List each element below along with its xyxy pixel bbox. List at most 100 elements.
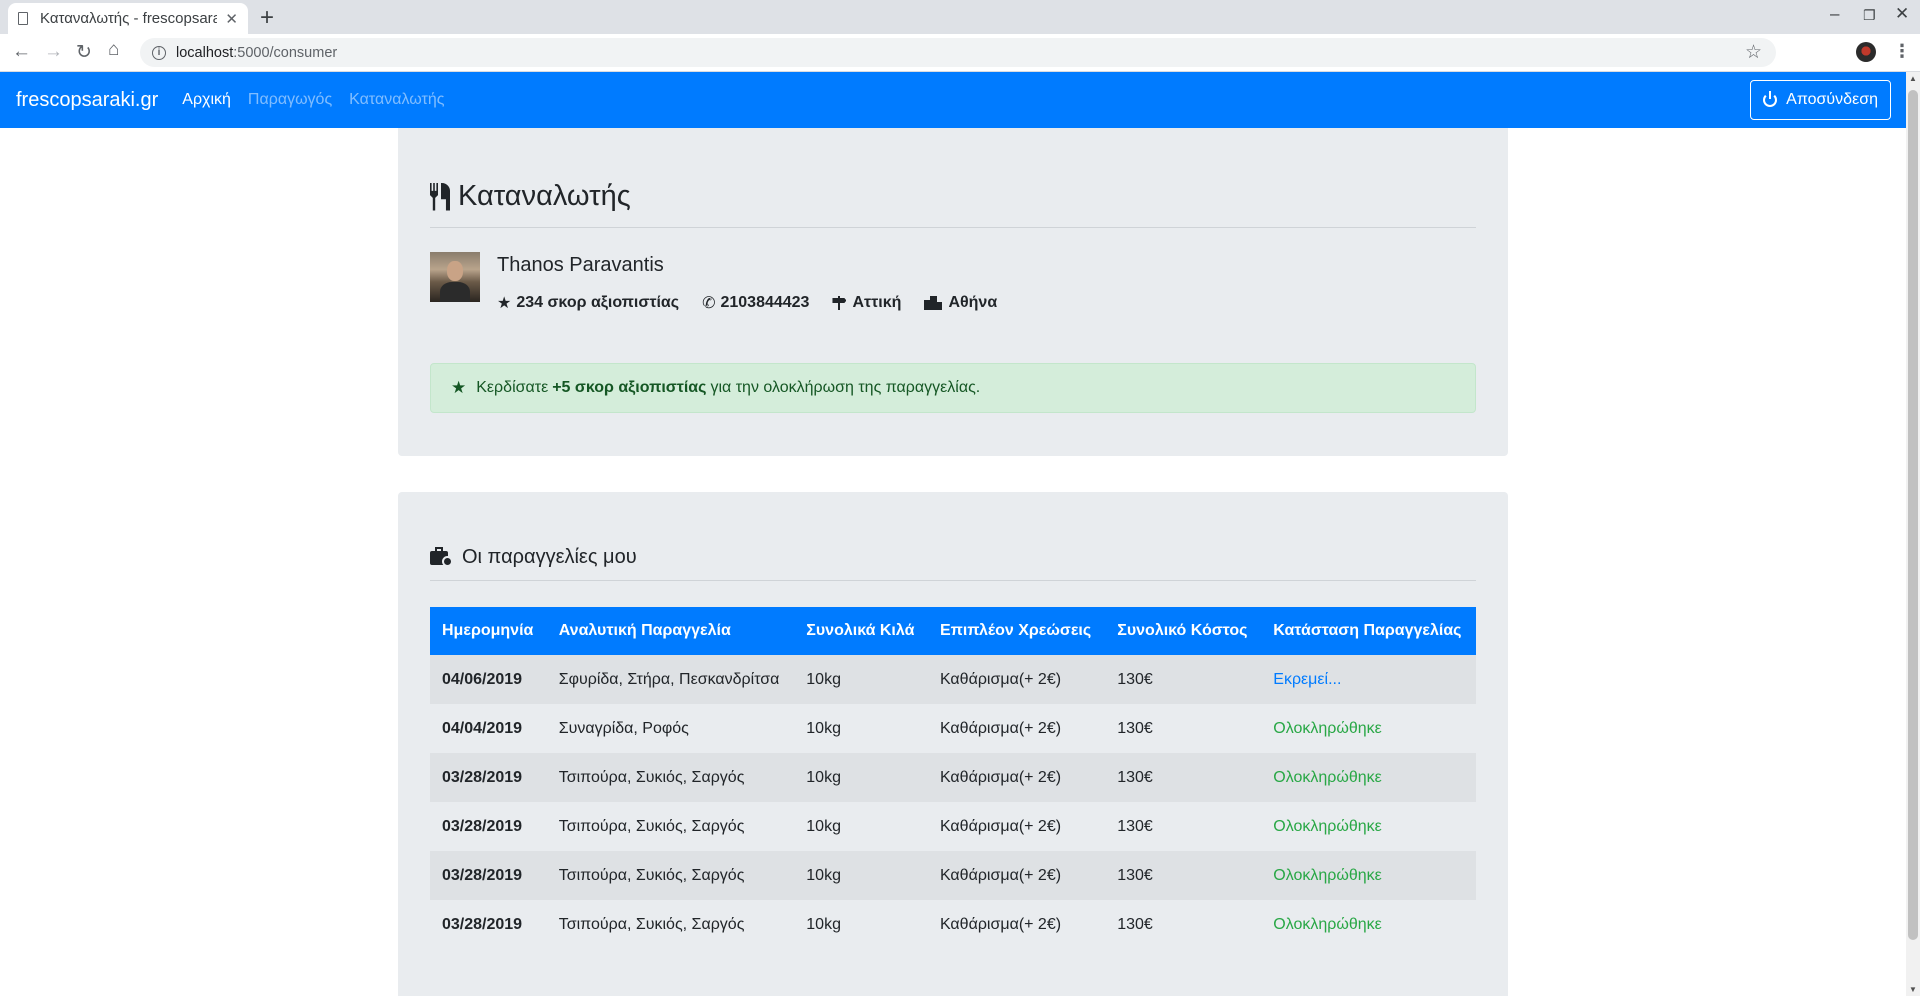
- order-total-cost: 130€: [1117, 915, 1153, 933]
- order-total-cost: 130€: [1117, 768, 1153, 786]
- browser-menu-icon[interactable]: ⋮: [1893, 41, 1911, 62]
- order-status: Εκρεμεί...: [1273, 670, 1342, 688]
- order-date: 03/28/2019: [442, 768, 523, 786]
- orders-card: Οι παραγγελίες μου Ημερομηνία Αναλυτική …: [398, 492, 1508, 996]
- profile-avatar-icon[interactable]: [1856, 42, 1876, 62]
- orders-title-text: Οι παραγγελίες μου: [462, 545, 637, 568]
- url-path: :5000/consumer: [233, 44, 338, 61]
- city-icon: [924, 296, 943, 310]
- order-status: Ολοκληρώθηκε: [1273, 866, 1382, 884]
- page-viewport: frescopsaraki.gr Αρχική Παραγωγός Κατανα…: [0, 72, 1920, 996]
- bookmark-star-icon[interactable]: ☆: [1745, 41, 1762, 64]
- briefcase-clock-icon: [430, 547, 454, 567]
- consumer-card: Καταναλωτής Thanos Paravantis ★ 234 σκορ …: [398, 128, 1508, 456]
- site-navbar: frescopsaraki.gr Αρχική Παραγωγός Κατανα…: [0, 72, 1906, 128]
- table-row: 03/28/2019 Τσιπούρα, Συκιός, Σαργός 10kg…: [430, 802, 1476, 851]
- trust-score: 234 σκορ αξιοπιστίας: [516, 294, 680, 311]
- alert-prefix: Κερδίσατε: [476, 379, 549, 396]
- order-date: 04/06/2019: [442, 670, 523, 688]
- forward-icon[interactable]: →: [44, 41, 63, 63]
- order-status: Ολοκληρώθηκε: [1273, 915, 1382, 933]
- column-header: Συνολικά Κιλά: [806, 622, 915, 639]
- order-details: Συναγρίδα, Ροφός: [558, 719, 689, 737]
- reload-icon[interactable]: ↻: [76, 41, 92, 64]
- order-details: Τσιπούρα, Συκιός, Σαργός: [558, 817, 745, 835]
- browser-toolbar: ← → ↻ ⌂ i localhost:5000/consumer ☆ ⋮: [0, 34, 1920, 72]
- logout-button[interactable]: Αποσύνδεση: [1750, 80, 1891, 120]
- column-header: Κατάσταση Παραγγελίας: [1273, 622, 1462, 639]
- city: Αθήνα: [948, 294, 998, 311]
- order-extra-charges: Καθάρισμα(+ 2€): [939, 866, 1062, 884]
- table-row: 03/28/2019 Τσιπούρα, Συκιός, Σαργός 10kg…: [430, 753, 1476, 802]
- order-date: 03/28/2019: [442, 817, 523, 835]
- nav-link-home[interactable]: Αρχική: [182, 91, 231, 109]
- order-extra-charges: Καθάρισμα(+ 2€): [939, 719, 1062, 737]
- url-host: localhost: [176, 44, 234, 61]
- browser-tab[interactable]: Καταναλωτής - frescopsaraki.gr ✕: [8, 3, 248, 34]
- home-icon[interactable]: ⌂: [108, 39, 119, 61]
- order-kilos: 10kg: [806, 719, 841, 737]
- orders-table: Ημερομηνία Αναλυτική Παραγγελία Συνολικά…: [430, 607, 1476, 949]
- order-details: Τσιπούρα, Συκιός, Σαργός: [558, 915, 745, 933]
- new-tab-button[interactable]: +: [260, 4, 274, 32]
- star-icon: ★: [497, 295, 512, 312]
- logout-label: Αποσύνδεση: [1786, 91, 1878, 108]
- order-date: 04/04/2019: [442, 719, 523, 737]
- consumer-name: Thanos Paravantis: [497, 254, 664, 276]
- address-bar[interactable]: i localhost:5000/consumer ☆: [140, 38, 1776, 67]
- column-header: Αναλυτική Παραγγελία: [558, 622, 731, 639]
- window-close-icon[interactable]: ✕: [1895, 4, 1909, 24]
- alert-highlight: +5 σκορ αξιοπιστίας: [552, 379, 707, 396]
- nav-link-producer[interactable]: Παραγωγός: [248, 91, 332, 109]
- scrollbar-thumb[interactable]: [1908, 90, 1918, 940]
- alert-suffix: για την ολοκλήρωση της παραγγελίας.: [710, 379, 981, 396]
- order-status: Ολοκληρώθηκε: [1273, 768, 1382, 786]
- restore-icon[interactable]: ❐: [1863, 7, 1876, 24]
- table-row: 04/04/2019 Συναγρίδα, Ροφός 10kg Καθάρισ…: [430, 704, 1476, 753]
- scroll-down-icon[interactable]: ▼: [1909, 985, 1917, 994]
- browser-tabstrip: Καταναλωτής - frescopsaraki.gr ✕ + ‒ ❐ ✕: [0, 0, 1920, 34]
- back-icon[interactable]: ←: [12, 41, 31, 63]
- order-extra-charges: Καθάρισμα(+ 2€): [939, 768, 1062, 786]
- nav-link-consumer[interactable]: Καταναλωτής: [349, 91, 444, 109]
- order-total-cost: 130€: [1117, 866, 1153, 884]
- order-kilos: 10kg: [806, 817, 841, 835]
- order-total-cost: 130€: [1117, 817, 1153, 835]
- page-title: Καταναλωτής: [430, 128, 1476, 228]
- order-extra-charges: Καθάρισμα(+ 2€): [939, 915, 1062, 933]
- consumer-profile: Thanos Paravantis ★ 234 σκορ αξιοπιστίας …: [430, 252, 1476, 313]
- order-date: 03/28/2019: [442, 866, 523, 884]
- region: Αττική: [852, 294, 902, 311]
- brand-link[interactable]: frescopsaraki.gr: [16, 89, 158, 112]
- document-icon: [18, 12, 28, 25]
- minimize-icon[interactable]: ‒: [1830, 4, 1839, 24]
- table-row: 04/06/2019 Σφυρίδα, Στήρα, Πεσκανδρίτσα …: [430, 655, 1476, 704]
- phone-icon: ✆: [702, 295, 716, 312]
- order-kilos: 10kg: [806, 670, 841, 688]
- table-row: 03/28/2019 Τσιπούρα, Συκιός, Σαργός 10kg…: [430, 851, 1476, 900]
- utensils-icon: [430, 182, 450, 211]
- power-icon: [1763, 91, 1778, 107]
- success-alert: ★ Κερδίσατε +5 σκορ αξιοπιστίας για την …: [430, 363, 1476, 413]
- page-scrollbar[interactable]: ▲ ▼: [1906, 72, 1920, 996]
- order-details: Τσιπούρα, Συκιός, Σαργός: [558, 768, 745, 786]
- scroll-up-icon[interactable]: ▲: [1909, 74, 1917, 83]
- table-row: 03/28/2019 Τσιπούρα, Συκιός, Σαργός 10kg…: [430, 900, 1476, 949]
- order-status: Ολοκληρώθηκε: [1273, 817, 1382, 835]
- order-kilos: 10kg: [806, 915, 841, 933]
- order-extra-charges: Καθάρισμα(+ 2€): [939, 817, 1062, 835]
- table-header-row: Ημερομηνία Αναλυτική Παραγγελία Συνολικά…: [430, 607, 1476, 655]
- order-status: Ολοκληρώθηκε: [1273, 719, 1382, 737]
- order-kilos: 10kg: [806, 768, 841, 786]
- order-total-cost: 130€: [1117, 670, 1153, 688]
- info-icon[interactable]: i: [152, 45, 166, 60]
- order-kilos: 10kg: [806, 866, 841, 884]
- order-total-cost: 130€: [1117, 719, 1153, 737]
- order-details: Τσιπούρα, Συκιός, Σαργός: [558, 866, 745, 884]
- tab-close-icon[interactable]: ✕: [225, 10, 238, 28]
- order-date: 03/28/2019: [442, 915, 523, 933]
- page-title-text: Καταναλωτής: [458, 180, 631, 212]
- avatar: [430, 252, 480, 302]
- column-header: Επιπλέον Χρεώσεις: [939, 622, 1092, 639]
- tab-title: Καταναλωτής - frescopsaraki.gr: [40, 10, 218, 27]
